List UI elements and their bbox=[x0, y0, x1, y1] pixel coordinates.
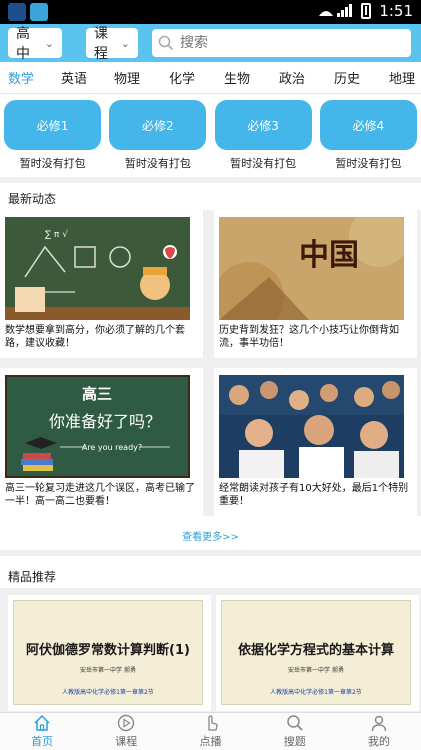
status-time: 1:51 bbox=[379, 2, 413, 20]
battery-icon bbox=[361, 3, 372, 19]
status-bar: 1:51 bbox=[0, 0, 421, 24]
news-caption: 高三一轮复习走进这几个误区，高考已输了一半！高一高二也要看！ bbox=[5, 483, 195, 507]
news-card[interactable]: 经常朗读对孩子有10大好处，最后1个特别重要！ bbox=[214, 368, 417, 516]
package-item[interactable]: 必修4 暂时没有打包 bbox=[319, 100, 417, 172]
play-icon bbox=[118, 714, 135, 732]
news-section-title: 最新动态 bbox=[8, 192, 57, 206]
tab-biology[interactable]: 生物 bbox=[218, 68, 256, 87]
package-note: 暂时没有打包 bbox=[335, 157, 402, 170]
nav-course-label: 课程 bbox=[115, 735, 138, 748]
nav-home[interactable]: 首页 bbox=[0, 713, 84, 750]
bottom-nav: 首页 课程 点播 搜题 我的 bbox=[0, 712, 421, 750]
featured-school: 安岳市第一中学 郝勇 bbox=[288, 667, 344, 674]
news-caption: 历史背到发狂？这几个小技巧让你倒背如流，事半功倍！ bbox=[219, 325, 399, 349]
nav-ondemand-label: 点播 bbox=[199, 735, 222, 748]
featured-title: 阿伏伽德罗常数计算判断(1) bbox=[26, 643, 190, 658]
type-select[interactable]: 课程 ⌄ bbox=[86, 26, 138, 62]
type-select-value: 课程 bbox=[94, 26, 108, 62]
featured-school: 安岳市第一中学 郝勇 bbox=[80, 667, 136, 674]
news-image-text: 你准备好了吗？ bbox=[49, 412, 161, 431]
package-item[interactable]: 必修1 暂时没有打包 bbox=[4, 100, 102, 172]
nav-search-questions[interactable]: 搜题 bbox=[253, 713, 337, 750]
featured-title: 依据化学方程式的基本计算 bbox=[237, 643, 394, 658]
search-icon bbox=[158, 35, 174, 51]
nav-ondemand[interactable]: 点播 bbox=[168, 713, 252, 750]
news-image bbox=[219, 375, 404, 478]
section-divider bbox=[0, 550, 421, 556]
tab-geography[interactable]: 地理 bbox=[383, 68, 421, 87]
tab-politics[interactable]: 政治 bbox=[273, 68, 311, 87]
news-caption: 数学想要拿到高分，你必须了解的几个套路，建议收藏！ bbox=[5, 325, 185, 349]
package-note: 暂时没有打包 bbox=[19, 157, 86, 170]
search-icon bbox=[286, 715, 303, 731]
tab-physics[interactable]: 物理 bbox=[108, 68, 146, 87]
search-box[interactable] bbox=[152, 29, 411, 57]
nav-home-label: 首页 bbox=[31, 735, 54, 748]
home-icon bbox=[34, 714, 50, 731]
featured-thumbnail: 依据化学方程式的基本计算 安岳市第一中学 郝勇 人教版高中化学必修1第一章第2节 bbox=[221, 600, 411, 705]
user-icon bbox=[371, 715, 387, 732]
package-button[interactable]: 必修3 bbox=[214, 100, 312, 150]
featured-card[interactable]: 阿伏伽德罗常数计算判断(1) 安岳市第一中学 郝勇 人教版高中化学必修1第一章第… bbox=[8, 595, 211, 711]
news-image-text: Are you ready? bbox=[82, 443, 142, 452]
news-card[interactable]: 中国 历史背到发狂？这几个小技巧让你倒背如流，事半功倍！ bbox=[214, 210, 417, 358]
news-image: 中国 bbox=[219, 217, 404, 320]
tab-history[interactable]: 历史 bbox=[328, 68, 366, 87]
app-notification-icon bbox=[8, 3, 26, 21]
package-item[interactable]: 必修2 暂时没有打包 bbox=[109, 100, 207, 172]
package-note: 暂时没有打包 bbox=[124, 157, 191, 170]
nav-search-label: 搜题 bbox=[283, 735, 306, 748]
nav-course[interactable]: 课程 bbox=[84, 713, 168, 750]
nav-mine-label: 我的 bbox=[367, 735, 390, 748]
featured-section-title: 精品推荐 bbox=[8, 570, 57, 584]
wifi-icon bbox=[319, 4, 353, 17]
featured-thumbnail: 阿伏伽德罗常数计算判断(1) 安岳市第一中学 郝勇 人教版高中化学必修1第一章第… bbox=[13, 600, 203, 705]
level-select[interactable]: 高中 ⌄ bbox=[8, 26, 62, 62]
package-button[interactable]: 必修1 bbox=[4, 100, 102, 150]
package-button[interactable]: 必修4 bbox=[319, 100, 417, 150]
news-card[interactable]: 高三 你准备好了吗？ Are you ready? 高三一轮复习走进这几个误区，… bbox=[0, 368, 203, 516]
see-more-link[interactable]: 查看更多>> bbox=[0, 528, 421, 543]
section-divider bbox=[0, 177, 421, 183]
app-notification-icon bbox=[30, 3, 48, 21]
nav-mine[interactable]: 我的 bbox=[337, 713, 421, 750]
chevron-down-icon: ⌄ bbox=[44, 36, 54, 50]
chevron-down-icon: ⌄ bbox=[120, 36, 130, 50]
news-caption: 经常朗读对孩子有10大好处，最后1个特别重要！ bbox=[219, 483, 409, 507]
search-input[interactable] bbox=[180, 35, 405, 51]
tab-math[interactable]: 数学 bbox=[0, 68, 42, 87]
level-select-value: 高中 bbox=[16, 26, 30, 62]
featured-card[interactable]: 依据化学方程式的基本计算 安岳市第一中学 郝勇 人教版高中化学必修1第一章第2节 bbox=[216, 595, 419, 711]
featured-footer: 人教版高中化学必修1第一章第2节 bbox=[270, 689, 362, 696]
svg-text:∑ π √: ∑ π √ bbox=[45, 229, 68, 240]
tap-icon bbox=[207, 715, 218, 731]
tab-chemistry[interactable]: 化学 bbox=[163, 68, 201, 87]
package-button[interactable]: 必修2 bbox=[109, 100, 207, 150]
tab-english[interactable]: 英语 bbox=[55, 68, 93, 87]
news-grid: ∑ π √ 数学想要拿到高分，你必须了解的几个套路，建议收藏！ 中国 历史背到发… bbox=[0, 210, 421, 516]
news-card[interactable]: ∑ π √ 数学想要拿到高分，你必须了解的几个套路，建议收藏！ bbox=[0, 210, 203, 358]
news-image-text: 高三 bbox=[82, 385, 112, 403]
news-image-text: 中国 bbox=[299, 238, 359, 273]
package-note: 暂时没有打包 bbox=[230, 157, 297, 170]
featured-footer: 人教版高中化学必修1第一章第2节 bbox=[62, 689, 154, 696]
package-item[interactable]: 必修3 暂时没有打包 bbox=[214, 100, 312, 172]
news-image: ∑ π √ bbox=[5, 217, 190, 320]
subject-tabs: 数学 英语 物理 化学 生物 政治 历史 地理 bbox=[0, 62, 421, 94]
package-row: 必修1 暂时没有打包 必修2 暂时没有打包 必修3 暂时没有打包 必修4 暂时没… bbox=[0, 100, 421, 172]
search-header: 高中 ⌄ 课程 ⌄ bbox=[0, 24, 421, 62]
news-image: 高三 你准备好了吗？ Are you ready? bbox=[5, 375, 190, 478]
